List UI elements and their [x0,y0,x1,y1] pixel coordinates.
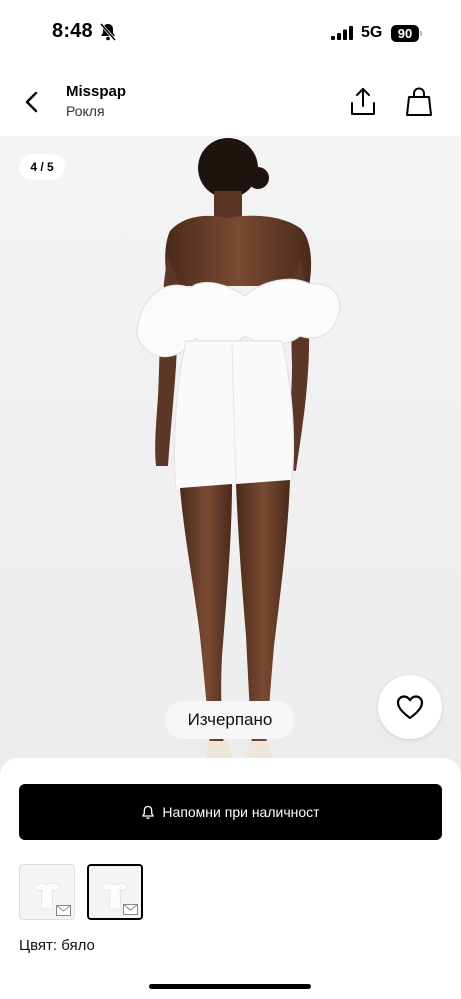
home-indicator [149,984,311,989]
heart-icon [396,695,424,720]
bell-off-icon [99,23,117,41]
product-category: Рокля [66,103,105,119]
product-image-gallery[interactable]: 4 / 5 Изчерпано [0,136,461,776]
notify-availability-button[interactable]: Напомни при наличност [19,784,442,840]
color-thumbnail-front[interactable] [19,864,75,920]
mail-icon [56,905,71,916]
image-pager: 4 / 5 [19,154,65,180]
availability-badge: Изчерпано [165,701,295,739]
bell-icon [142,805,155,819]
battery-indicator: 90 [391,25,419,42]
purchase-sheet: Напомни при наличност Цвят: бяло [0,758,461,999]
notify-button-label: Напомни при наличност [162,804,320,820]
network-label: 5G [361,24,383,41]
product-header: Misspap Рокля [0,66,461,136]
wishlist-button[interactable] [378,675,442,739]
color-label: Цвят: бяло [19,937,95,954]
brand-name[interactable]: Misspap [66,83,126,100]
color-thumbnail-back[interactable] [87,864,143,920]
status-bar: 8:48 5G 90 [0,0,461,66]
battery-tip [420,31,422,36]
signal-icon [331,26,353,40]
shopping-bag-icon[interactable] [404,86,434,118]
share-icon[interactable] [348,86,378,118]
status-time: 8:48 [52,20,93,42]
back-arrow-icon[interactable] [18,88,46,116]
mail-icon [123,904,138,915]
